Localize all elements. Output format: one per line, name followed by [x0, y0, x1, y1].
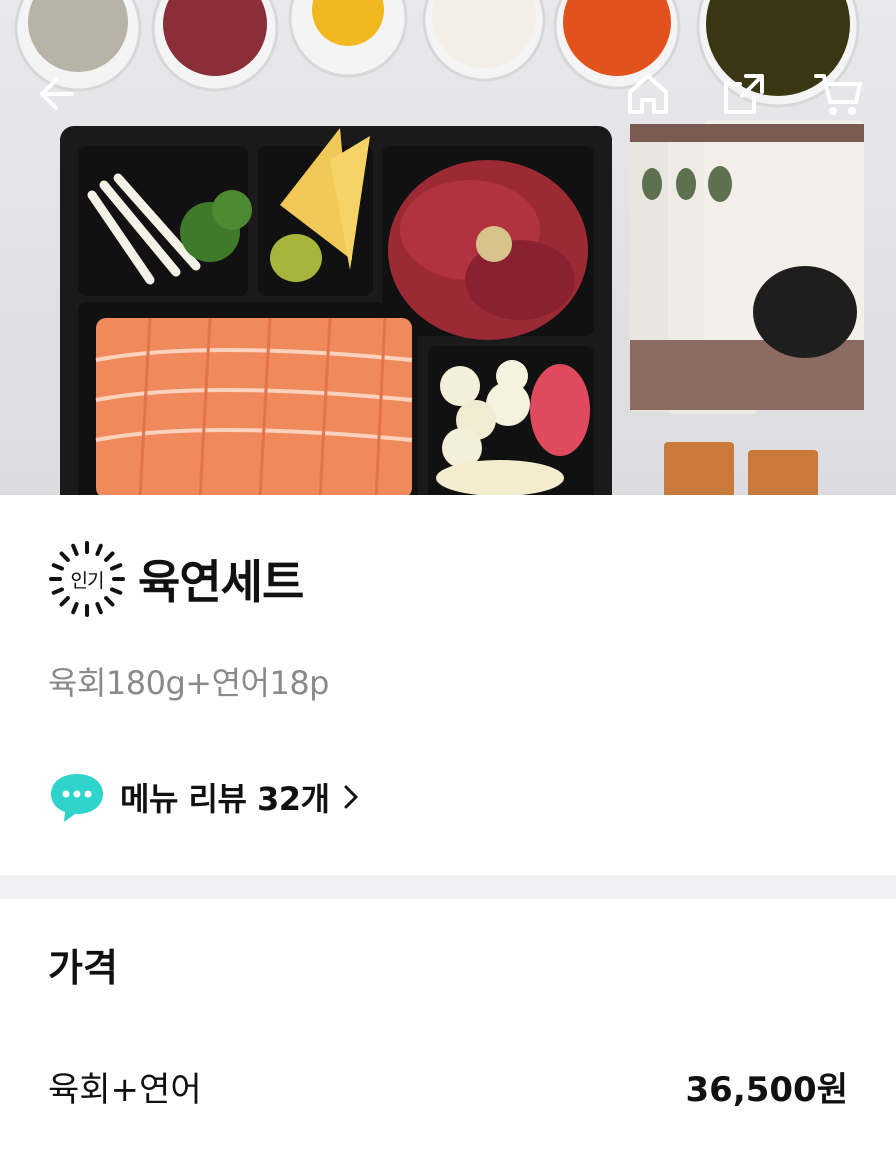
option-price: 36,500원: [685, 1070, 848, 1110]
popular-badge: 인기: [48, 540, 126, 618]
cart-icon: [814, 74, 862, 115]
review-count-label: 메뉴 리뷰 32개: [120, 780, 330, 818]
speech-bubble-icon: [51, 774, 103, 822]
back-button[interactable]: [34, 68, 86, 120]
price-section: 가격: [0, 899, 896, 1162]
menu-reviews-link[interactable]: 메뉴 리뷰 32개: [48, 770, 360, 824]
cart-button[interactable]: [812, 68, 864, 120]
home-icon: [628, 74, 668, 114]
product-description: 육회180g+연어18p: [48, 664, 330, 702]
product-name: 육연세트: [138, 555, 304, 609]
section-divider: [0, 875, 896, 899]
share-button[interactable]: [718, 68, 770, 120]
product-hero-image: [0, 0, 896, 495]
share-icon: [724, 74, 764, 114]
price-heading: 가격: [48, 946, 118, 990]
arrow-left-icon: [40, 78, 74, 110]
option-name: 육회+연어: [48, 1070, 202, 1110]
home-button[interactable]: [622, 68, 674, 120]
price-option-row: 육회+연어 36,500원: [48, 1062, 848, 1111]
badge-label: 인기: [70, 569, 105, 592]
top-navigation-bar: [0, 0, 896, 190]
product-title-row: 인기 육연세트: [48, 540, 304, 618]
chevron-right-icon: [344, 785, 358, 809]
